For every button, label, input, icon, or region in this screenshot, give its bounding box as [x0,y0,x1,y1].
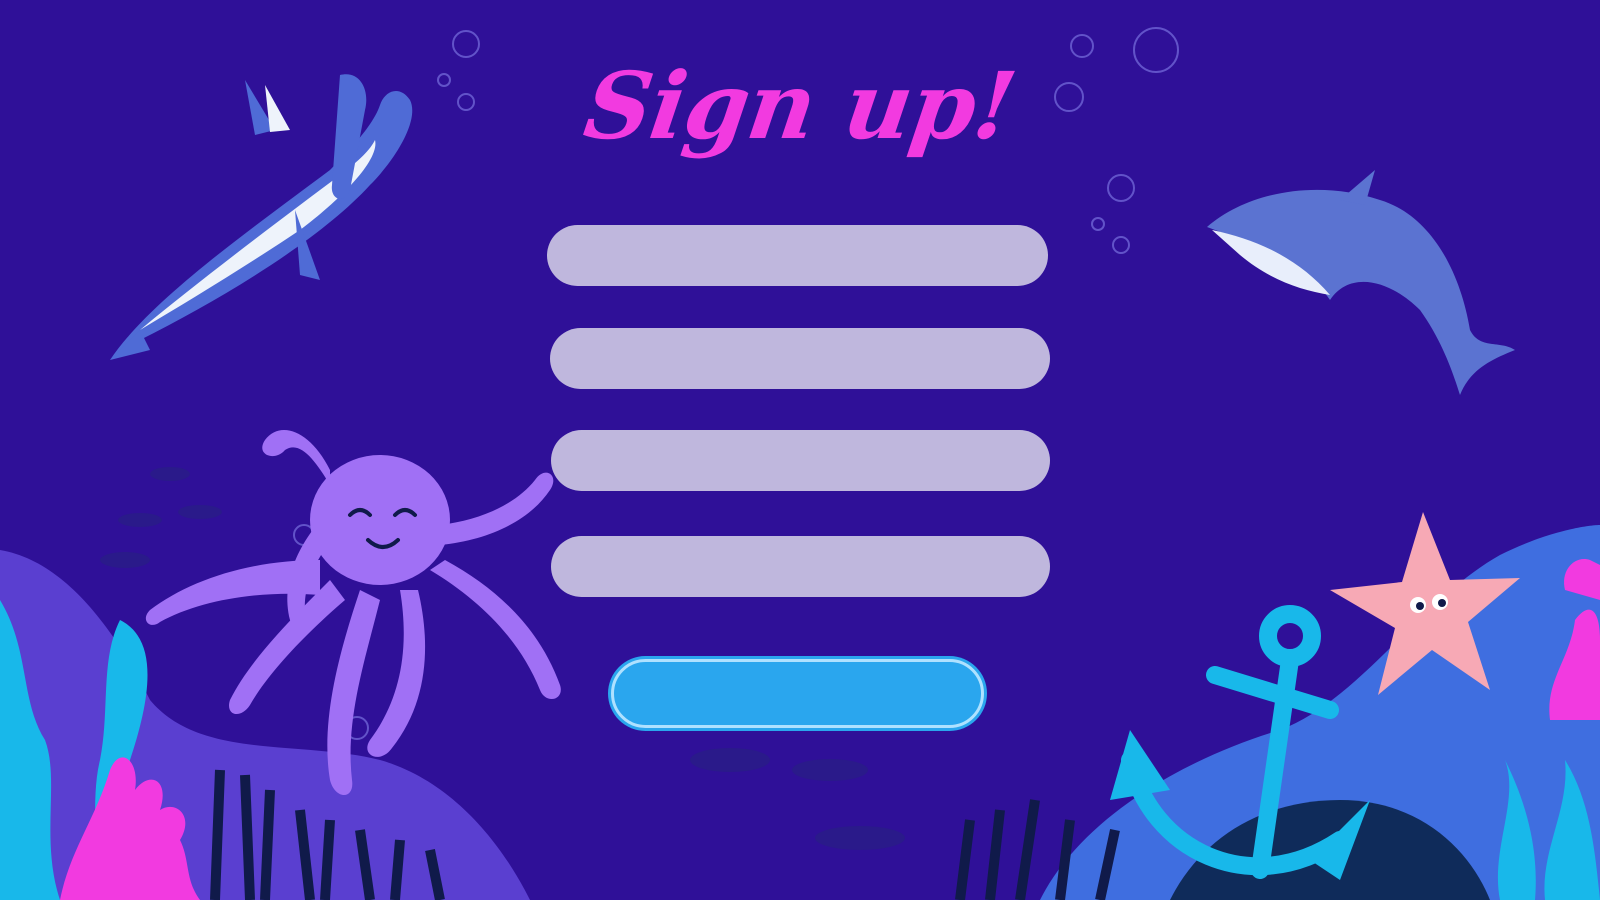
signup-field-4[interactable] [551,536,1050,597]
signup-field-3[interactable] [551,430,1050,491]
submit-button[interactable] [611,659,984,728]
signup-field-2[interactable] [550,328,1050,389]
dolphin [1207,170,1515,395]
signup-field-1[interactable] [547,225,1048,286]
page-title: Sign up! [578,52,1022,160]
